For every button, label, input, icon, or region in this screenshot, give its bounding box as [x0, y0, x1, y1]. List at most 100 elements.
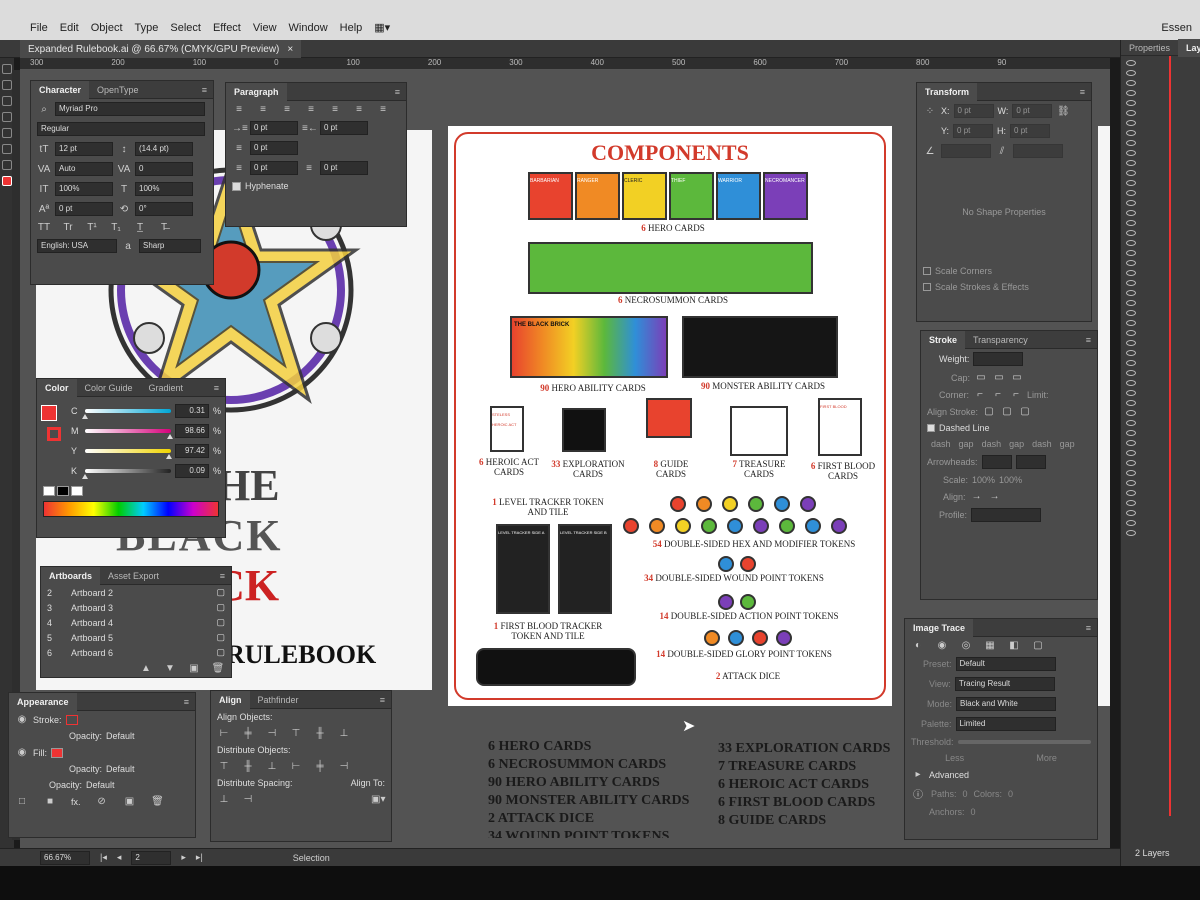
eye-icon[interactable] [1126, 270, 1136, 276]
first-artboard-icon[interactable]: |◂ [100, 852, 107, 863]
eye-icon[interactable] [1126, 280, 1136, 286]
user-name[interactable]: Essen [1161, 22, 1192, 34]
eye-icon[interactable] [1126, 480, 1136, 486]
arrow-place-icon[interactable]: → [988, 491, 1002, 502]
align-right-edge-icon[interactable]: ⊣ [265, 728, 279, 739]
h-field[interactable]: 0 pt [1010, 124, 1051, 138]
eye-icon[interactable] [1126, 390, 1136, 396]
align-right-icon[interactable]: ≡ [280, 104, 294, 115]
align-left-edge-icon[interactable]: ⊢ [217, 728, 231, 739]
eye-icon[interactable] [1126, 130, 1136, 136]
eye-icon[interactable] [1126, 110, 1136, 116]
round-cap-icon[interactable]: ▭ [992, 372, 1006, 383]
auto-color-icon[interactable]: ◐ [911, 640, 925, 651]
distribute-hcenter-icon[interactable]: ╪ [313, 761, 327, 772]
arrowhead-start-select[interactable] [981, 455, 1012, 469]
character-rotation-field[interactable]: 0° [135, 202, 193, 216]
first-line-indent-field[interactable]: 0 pt [250, 141, 298, 155]
eye-icon[interactable] [1126, 330, 1136, 336]
eye-icon[interactable] [1126, 370, 1136, 376]
fill-swatch-icon[interactable] [2, 176, 12, 186]
artboard-options-icon[interactable]: ▢ [216, 587, 225, 598]
constrain-link-icon[interactable]: ⛓ [1056, 106, 1070, 117]
align-top-edge-icon[interactable]: ⊤ [289, 728, 303, 739]
artboard-row[interactable]: 3 Artboard 3 ▢ [41, 600, 231, 615]
component-list-right[interactable]: 33 EXPLORATION CARDS 7 TREASURE CARDS 6 … [718, 740, 908, 830]
menu-select[interactable]: Select [170, 22, 201, 34]
distribute-left-icon[interactable]: ⊢ [289, 761, 303, 772]
new-artboard-icon[interactable]: ▣ [187, 663, 201, 674]
eye-icon[interactable] [1126, 220, 1136, 226]
tab-image-trace[interactable]: Image Trace [905, 618, 974, 637]
align-stroke-inside-icon[interactable]: ▢ [1000, 406, 1014, 417]
tab-color[interactable]: Color [37, 378, 77, 397]
trash-icon[interactable]: 🗑 [151, 796, 165, 807]
distribute-right-icon[interactable]: ⊣ [337, 761, 351, 772]
all-caps-icon[interactable]: TT [37, 222, 51, 233]
eye-icon[interactable] [1126, 430, 1136, 436]
underline-icon[interactable]: T̲ [133, 222, 147, 233]
tab-color-guide[interactable]: Color Guide [77, 379, 141, 397]
weight-field[interactable] [973, 352, 1024, 366]
eye-icon[interactable] [1126, 260, 1136, 266]
channel-slider[interactable] [85, 429, 173, 439]
tab-paragraph[interactable]: Paragraph [226, 82, 287, 101]
view-select[interactable]: Tracing Result [954, 677, 1055, 691]
artboard-row[interactable]: 6 Artboard 6 ▢ [41, 645, 231, 660]
add-fill-icon[interactable]: ■ [43, 796, 57, 807]
align-stroke-outside-icon[interactable]: ▢ [1018, 406, 1032, 417]
fill-color-swatch[interactable] [41, 405, 57, 421]
components-artboard[interactable]: COMPONENTS BARBARIAN RANGER CLERIC THIEF… [448, 126, 892, 706]
justify-center-icon[interactable]: ≡ [328, 104, 342, 115]
tab-properties[interactable]: Properties [1121, 39, 1178, 57]
brush-tool-icon[interactable] [2, 128, 12, 138]
eye-icon[interactable] [1126, 460, 1136, 466]
language-select[interactable]: English: USA [37, 239, 117, 253]
scale-start[interactable]: 100% [972, 475, 995, 485]
channel-value-field[interactable]: 98.66 [174, 424, 209, 438]
eye-icon[interactable] [1126, 400, 1136, 406]
tab-pathfinder[interactable]: Pathfinder [250, 691, 307, 709]
eye-icon[interactable] [1126, 80, 1136, 86]
square-cap-icon[interactable]: ▭ [1010, 372, 1024, 383]
white-swatch[interactable] [71, 486, 83, 496]
close-icon[interactable]: × [287, 44, 293, 55]
eye-icon[interactable]: ◉ [15, 747, 29, 758]
slider-thumb[interactable] [82, 414, 89, 419]
panel-menu-icon[interactable]: ≡ [1080, 87, 1085, 97]
menu-type[interactable]: Type [135, 22, 159, 34]
move-up-icon[interactable]: ▲ [139, 663, 153, 674]
eye-icon[interactable] [1126, 250, 1136, 256]
butt-cap-icon[interactable]: ▭ [974, 372, 988, 383]
bevel-join-icon[interactable]: ⌐ [1009, 389, 1023, 400]
eye-icon[interactable] [1126, 320, 1136, 326]
tab-appearance[interactable]: Appearance [9, 692, 77, 711]
eye-icon[interactable] [1126, 150, 1136, 156]
eye-icon[interactable]: ◉ [15, 714, 29, 725]
black-swatch[interactable] [57, 486, 69, 496]
pen-tool-icon[interactable] [2, 80, 12, 90]
eye-icon[interactable] [1126, 490, 1136, 496]
menu-help[interactable]: Help [340, 22, 363, 34]
eye-icon[interactable] [1126, 180, 1136, 186]
panel-menu-icon[interactable]: ≡ [184, 697, 189, 707]
artboard-row[interactable]: 5 Artboard 5 ▢ [41, 630, 231, 645]
channel-slider[interactable] [82, 409, 171, 419]
panel-menu-icon[interactable]: ≡ [380, 695, 385, 705]
artboard-name[interactable]: Artboard 6 [71, 648, 212, 658]
opacity-value[interactable]: Default [86, 780, 115, 790]
align-left-icon[interactable]: ≡ [232, 104, 246, 115]
eye-icon[interactable] [1126, 290, 1136, 296]
duplicate-item-icon[interactable]: ▣ [123, 796, 137, 807]
tab-align[interactable]: Align [211, 690, 250, 709]
palette-select[interactable]: Limited [955, 717, 1056, 731]
small-caps-icon[interactable]: Tr [61, 222, 75, 233]
tab-artboards[interactable]: Artboards [41, 566, 101, 585]
slider-thumb[interactable] [165, 454, 172, 459]
channel-slider[interactable] [82, 469, 171, 479]
disclosure-arrow-icon[interactable]: ▸ [911, 769, 925, 780]
tab-opentype[interactable]: OpenType [89, 81, 147, 99]
eye-icon[interactable] [1126, 360, 1136, 366]
artboard-row[interactable]: 2 Artboard 2 ▢ [41, 585, 231, 600]
horizontal-distribute-space-icon[interactable]: ⊣ [241, 794, 255, 805]
